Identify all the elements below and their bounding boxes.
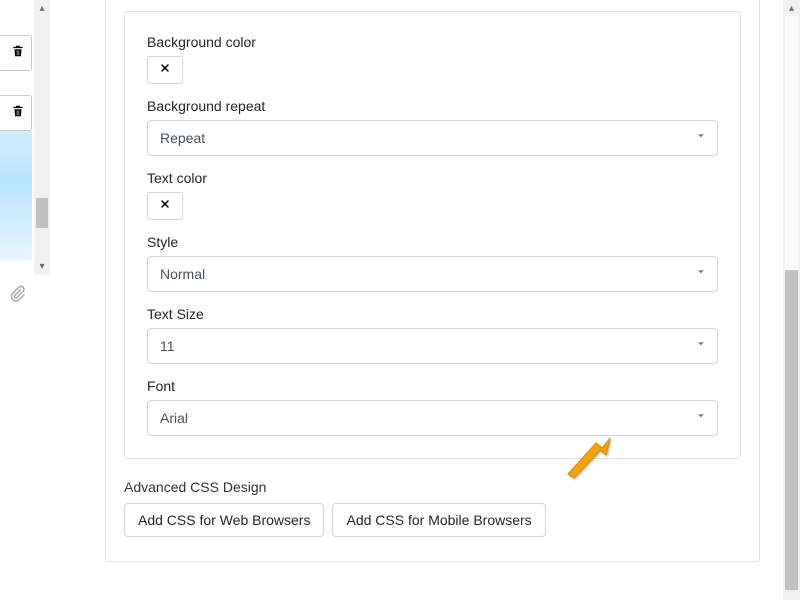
text-color-swatch[interactable] [147,192,183,220]
close-icon [159,197,171,215]
background-color-swatch[interactable] [147,56,183,84]
add-css-mobile-button[interactable]: Add CSS for Mobile Browsers [332,503,545,537]
text-size-label: Text Size [147,306,718,322]
attachment-icon[interactable] [8,284,26,307]
font-select[interactable]: Arial [147,400,718,436]
background-color-label: Background color [147,34,718,50]
background-repeat-select[interactable]: Repeat [147,120,718,156]
select-value: Normal [160,266,205,282]
background-repeat-label: Background repeat [147,98,718,114]
scroll-down-arrow-icon[interactable]: ▾ [34,258,50,274]
style-select[interactable]: Normal [147,256,718,292]
trash-icon[interactable] [11,104,25,123]
select-value: Repeat [160,130,205,146]
right-scrollbar-track[interactable]: ▴ [783,0,800,600]
scroll-up-arrow-icon[interactable]: ▴ [34,0,50,16]
thumbnail-item[interactable] [0,35,32,71]
right-scrollbar-thumb[interactable] [785,270,798,590]
design-options-card: Background color Background repeat Repea… [124,11,741,459]
settings-panel: Background color Background repeat Repea… [105,0,760,562]
left-scrollbar-thumb[interactable] [36,198,48,228]
main-content: Background color Background repeat Repea… [50,0,800,600]
font-label: Font [147,378,718,394]
left-thumbnail-panel: ▴ ▾ [0,0,50,600]
thumbnail-item[interactable] [0,95,32,131]
thumbnail-preview[interactable] [0,131,32,261]
select-value: 11 [160,338,175,354]
text-size-select[interactable]: 11 [147,328,718,364]
left-scrollbar-track[interactable]: ▴ ▾ [34,0,50,275]
style-label: Style [147,234,718,250]
select-value: Arial [160,410,188,426]
text-color-label: Text color [147,170,718,186]
add-css-web-button[interactable]: Add CSS for Web Browsers [124,503,324,537]
scrollbar-track-upper [785,16,798,270]
advanced-css-heading: Advanced CSS Design [124,479,741,495]
trash-icon[interactable] [11,44,25,63]
scroll-up-arrow-icon[interactable]: ▴ [783,0,800,17]
close-icon [159,61,171,79]
